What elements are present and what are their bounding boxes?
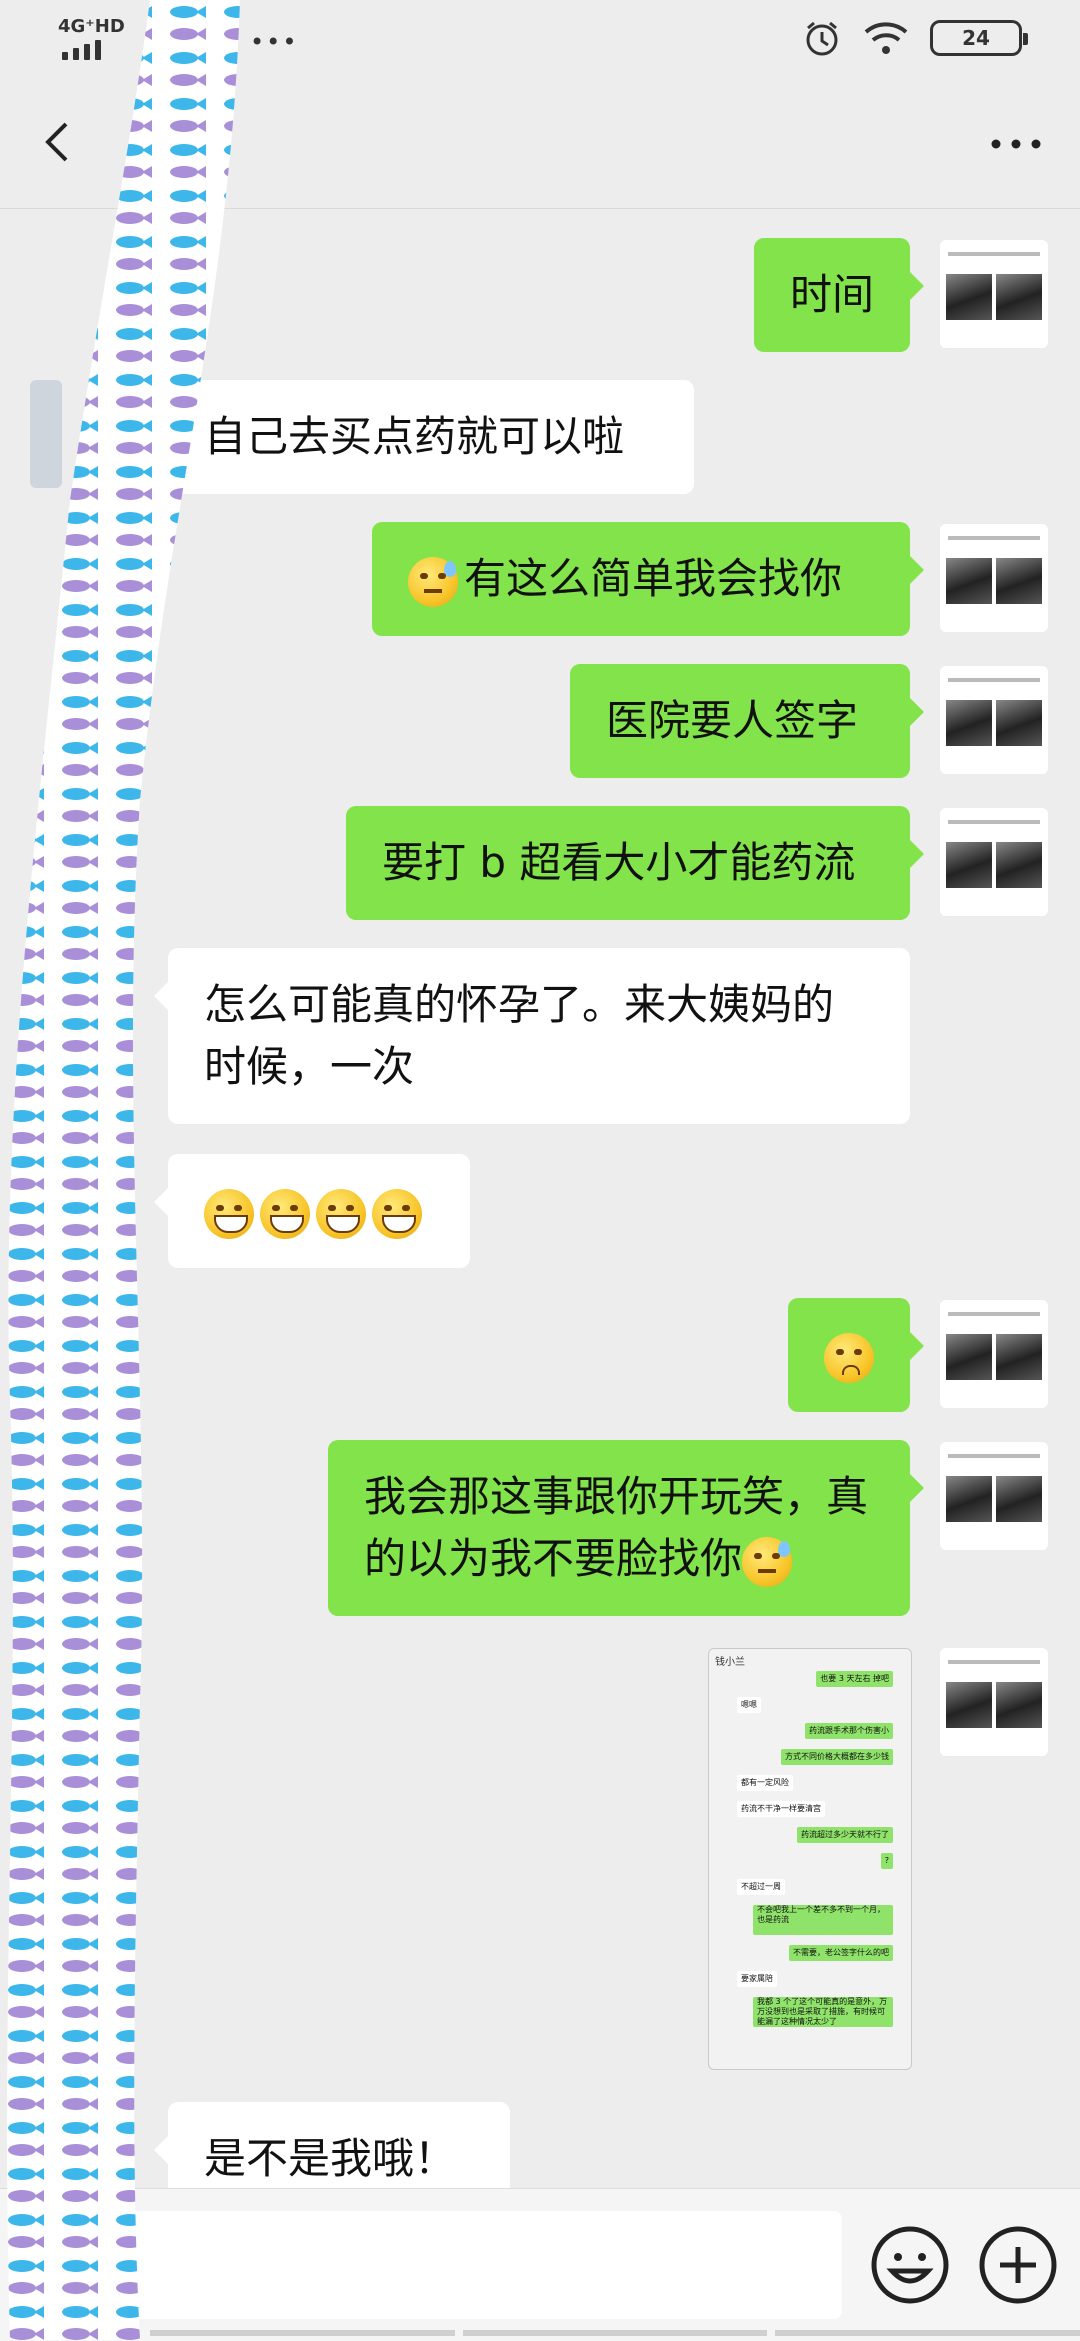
my-avatar[interactable]: [940, 524, 1048, 632]
keyboard-toolbar-lines: [0, 2330, 1080, 2340]
screenshot-line: 方式不同价格大概都在多少钱: [781, 1749, 893, 1765]
message-bubble[interactable]: 我会那这事跟你开玩笑，真的以为我不要脸找你: [328, 1440, 924, 1616]
screenshot-line: 不超过一周: [737, 1879, 785, 1895]
message-bubble[interactable]: 自己去买点药就可以啦: [154, 380, 694, 494]
more-notifications-icon: •••: [250, 28, 299, 56]
status-bar: 4G⁺HD ••• 24: [0, 0, 1080, 84]
chat-header: [0, 84, 1080, 209]
input-bar: [0, 2188, 1080, 2341]
screenshot-line: 药流超过多少天就不行了: [797, 1827, 893, 1843]
message-bubble[interactable]: 要打 b 超看大小才能药流: [346, 806, 924, 920]
message-bubble[interactable]: 医院要人签字: [570, 664, 924, 778]
screenshot-line: 都有一定风险: [737, 1775, 793, 1791]
pleading-emoji: [824, 1332, 874, 1383]
my-avatar[interactable]: [940, 1442, 1048, 1550]
sweat-smile-emoji: [408, 556, 458, 607]
battery-icon: 24: [930, 20, 1028, 56]
screenshot-line: 嗯嗯: [737, 1697, 761, 1713]
screenshot-line: 药流跟手术那个伤害小: [805, 1723, 893, 1739]
grin-emoji: [204, 1188, 254, 1239]
grin-emoji: [260, 1188, 310, 1239]
signal-icon: [62, 40, 101, 60]
message-bubble[interactable]: 是不是我哦！: [154, 2102, 510, 2188]
sweat-smile-emoji: [742, 1536, 793, 1587]
screenshot-line: 我都 3 个了这个可能真的是意外，万万没想到也是采取了措施，有时候可能漏了这种情…: [753, 1997, 893, 2027]
screenshot-line: 也要 3 天左右 掉吧: [816, 1671, 893, 1687]
message-bubble[interactable]: 有这么简单我会找你: [372, 522, 924, 636]
screenshot-line: 药流不干净一样要清宫: [737, 1801, 825, 1817]
grin-emoji: [316, 1188, 366, 1239]
screenshot-title: 钱小兰: [715, 1657, 745, 1668]
screenshot-line: ?: [880, 1853, 893, 1869]
my-avatar[interactable]: [940, 1300, 1048, 1408]
my-avatar[interactable]: [940, 666, 1048, 774]
message-bubble[interactable]: [154, 1154, 470, 1268]
back-arrow-icon[interactable]: [30, 112, 90, 172]
message-bubble[interactable]: [788, 1298, 924, 1412]
grin-emoji: [372, 1188, 422, 1239]
network-indicator: 4G⁺HD: [58, 16, 125, 37]
contact-avatar[interactable]: [30, 2102, 110, 2188]
more-options-icon[interactable]: [986, 114, 1046, 174]
screenshot-line: 不会吧我上一个差不多不到一个月，也是药流: [753, 1905, 893, 1935]
message-list[interactable]: 时间 自己去买点药就可以啦 有这么简单我会找你 医院要人签字 要打 b 超看大小…: [0, 208, 1080, 2188]
emoji-picker-icon[interactable]: [868, 2223, 952, 2307]
message-input[interactable]: [108, 2211, 842, 2319]
my-avatar[interactable]: [940, 240, 1048, 348]
my-avatar[interactable]: [940, 808, 1048, 916]
screenshot-line: 不需要，老公签字什么的吧: [789, 1945, 893, 1961]
wifi-icon: [864, 22, 908, 54]
my-avatar[interactable]: [940, 1648, 1048, 1756]
more-actions-plus-icon[interactable]: [976, 2223, 1060, 2307]
screenshot-line: 要家属陪: [737, 1971, 777, 1987]
alarm-icon: [806, 21, 838, 56]
message-bubble[interactable]: 时间: [754, 238, 924, 352]
message-bubble[interactable]: 怎么可能真的怀孕了。来大姨妈的时候，一次: [154, 948, 910, 1124]
screenshot-image-message[interactable]: 钱小兰 也要 3 天左右 掉吧嗯嗯药流跟手术那个伤害小方式不同价格大概都在多少钱…: [708, 1648, 912, 2070]
contact-avatar[interactable]: [30, 380, 62, 488]
